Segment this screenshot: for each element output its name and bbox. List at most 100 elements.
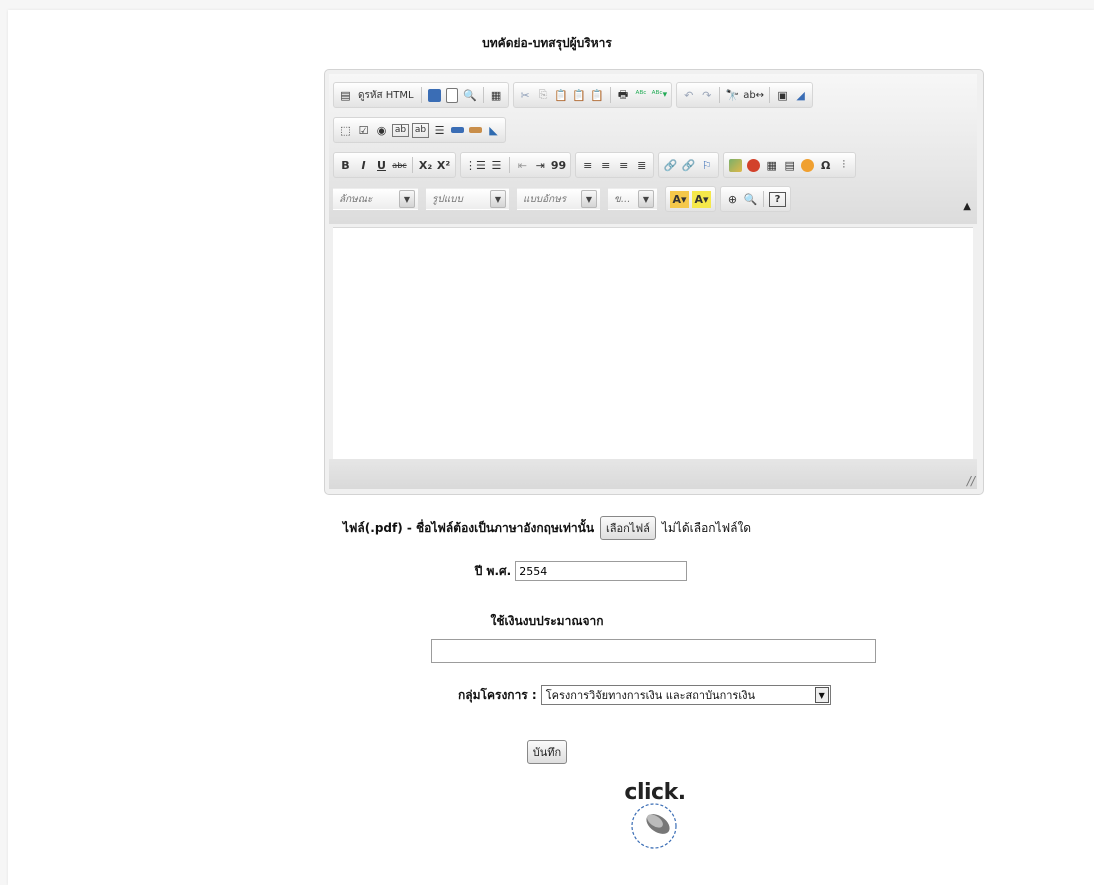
italic-button[interactable]: I — [356, 157, 371, 174]
new-page-icon[interactable] — [445, 87, 460, 104]
budget-input[interactable] — [431, 639, 876, 663]
show-blocks-icon[interactable]: 🔍 — [743, 191, 758, 208]
paste-word-icon[interactable]: 📋 — [590, 87, 605, 104]
align-justify-icon[interactable]: ≣ — [634, 157, 649, 174]
rich-text-editor: ▤ ดูรหัส HTML 🔍 ▦ ✂ ⎘ 📋 📋 📋 🖶 ᴬᴮᶜ ᴬᴮᶜ▾ ↶… — [324, 69, 984, 495]
numbered-list-icon[interactable]: ⋮☰ — [465, 157, 486, 174]
templates-icon[interactable]: ▦ — [489, 87, 504, 104]
undo-icon[interactable]: ↶ — [681, 87, 696, 104]
choose-file-button[interactable]: เลือกไฟล์ — [600, 516, 656, 540]
strikethrough-button[interactable]: abc — [392, 157, 407, 174]
replace-icon[interactable]: ab↔ — [743, 87, 764, 104]
style-combo[interactable]: ลักษณะ ▼ — [333, 188, 418, 210]
save-button[interactable]: บันทึก — [526, 740, 568, 764]
text-color-button[interactable]: A▾ — [670, 190, 689, 208]
view-source-button[interactable]: ดูรหัส HTML — [356, 87, 416, 104]
outdent-icon[interactable]: ⇤ — [515, 157, 530, 174]
remove-format-icon[interactable]: ◢ — [793, 87, 808, 104]
radio-icon[interactable]: ◉ — [374, 122, 389, 139]
table-icon[interactable]: ▦ — [764, 157, 779, 174]
align-left-icon[interactable]: ≡ — [580, 157, 595, 174]
project-group-selected: โครงการวิจัยทางการเงิน และสถาบันการเงิน — [545, 689, 755, 702]
help-button[interactable]: ? — [769, 191, 786, 207]
page-break-icon[interactable]: ⫶ — [836, 157, 851, 174]
chevron-down-icon: ▼ — [814, 687, 829, 703]
special-char-button[interactable]: Ω — [818, 157, 833, 174]
unlink-icon[interactable]: 🔗 — [681, 157, 696, 174]
project-group-label: กลุ่มโครงการ : — [458, 687, 537, 702]
collapse-toolbar-icon[interactable]: ▲ — [963, 201, 971, 212]
format-combo-label: รูปแบบ — [432, 193, 463, 205]
save-row: บันทึก — [0, 740, 1094, 764]
smiley-icon[interactable] — [800, 157, 815, 174]
format-combo[interactable]: รูปแบบ ▼ — [426, 188, 509, 210]
anchor-icon[interactable]: ⚐ — [699, 157, 714, 174]
spellcheck-icon[interactable]: ᴬᴮᶜ — [634, 87, 649, 104]
hidden-field-icon[interactable]: ◣ — [486, 122, 501, 139]
bold-button[interactable]: B — [338, 157, 353, 174]
editor-content-area[interactable] — [333, 227, 973, 460]
find-icon[interactable]: 🔭 — [725, 87, 740, 104]
project-group-select[interactable]: โครงการวิจัยทางการเงิน และสถาบันการเงิน … — [540, 685, 831, 705]
font-combo[interactable]: แบบอักษร ▼ — [517, 188, 600, 210]
image-button-icon[interactable] — [468, 122, 483, 139]
year-input[interactable] — [515, 561, 688, 581]
textfield-icon[interactable]: ab — [392, 123, 409, 137]
select-field-icon[interactable]: ☰ — [432, 122, 447, 139]
button-field-icon[interactable] — [450, 122, 465, 139]
editor-toolbar: ▤ ดูรหัส HTML 🔍 ▦ ✂ ⎘ 📋 📋 📋 🖶 ᴬᴮᶜ ᴬᴮᶜ▾ ↶… — [329, 74, 977, 224]
superscript-button[interactable]: X² — [436, 157, 451, 174]
source-icon: ▤ — [340, 88, 351, 102]
align-center-icon[interactable]: ≡ — [598, 157, 613, 174]
file-upload-row: ไฟล์(.pdf) - ชื่อไฟล์ต้องเป็นภาษาอังกฤษเ… — [0, 516, 1094, 540]
maximize-icon[interactable]: ⊕ — [725, 191, 740, 208]
horizontal-rule-icon[interactable]: ▤ — [782, 157, 797, 174]
bulleted-list-icon[interactable]: ☰ — [489, 157, 504, 174]
file-status-text: ไม่ได้เลือกไฟล์ใด — [661, 520, 752, 535]
spellcheck-as-you-type-icon[interactable]: ᴬᴮᶜ▾ — [652, 87, 668, 104]
chevron-down-icon: ▼ — [399, 190, 415, 208]
redo-icon[interactable]: ↷ — [699, 87, 714, 104]
preview-icon[interactable]: 🔍 — [463, 87, 478, 104]
form-icon[interactable]: ⬚ — [338, 122, 353, 139]
align-right-icon[interactable]: ≡ — [616, 157, 631, 174]
copy-icon[interactable]: ⎘ — [536, 87, 551, 104]
indent-icon[interactable]: ⇥ — [533, 157, 548, 174]
section-title: บทคัดย่อ-บทสรุปผู้บริหาร — [482, 36, 612, 50]
toolbar-row-3: B I U abc X₂ X² ⋮☰ ☰ ⇤ ⇥ 99 ≡ ≡ ≡ ≣ 🔗 🔗 … — [333, 152, 860, 178]
font-combo-label: แบบอักษร — [523, 193, 567, 205]
link-icon[interactable]: 🔗 — [663, 157, 678, 174]
chevron-down-icon: ▼ — [638, 190, 654, 208]
textarea-icon[interactable]: ab — [412, 122, 429, 138]
year-label: ปี พ.ศ. — [474, 563, 512, 578]
print-icon[interactable]: 🖶 — [616, 87, 631, 104]
select-all-icon[interactable]: ▣ — [775, 87, 790, 104]
subscript-button[interactable]: X₂ — [418, 157, 433, 174]
budget-label: ใช้เงินงบประมาณจาก — [490, 614, 604, 628]
underline-button[interactable]: U — [374, 157, 389, 174]
paste-icon[interactable]: 📋 — [554, 87, 569, 104]
save-icon[interactable] — [427, 87, 442, 104]
click-logo[interactable]: click. — [620, 780, 690, 850]
chevron-down-icon: ▼ — [490, 190, 506, 208]
paste-text-icon[interactable]: 📋 — [572, 87, 587, 104]
cut-icon[interactable]: ✂ — [518, 87, 533, 104]
chevron-down-icon: ▼ — [581, 190, 597, 208]
toolbar-row-1: ▤ ดูรหัส HTML 🔍 ▦ ✂ ⎘ 📋 📋 📋 🖶 ᴬᴮᶜ ᴬᴮᶜ▾ ↶… — [333, 82, 817, 108]
style-combo-label: ลักษณะ — [339, 193, 373, 205]
background-color-button[interactable]: A▾ — [692, 190, 711, 208]
image-icon[interactable] — [728, 157, 743, 174]
size-combo[interactable]: ข... ▼ — [608, 188, 657, 210]
resize-grip-icon[interactable]: // — [967, 474, 975, 488]
file-upload-label: ไฟล์(.pdf) - ชื่อไฟล์ต้องเป็นภาษาอังกฤษเ… — [342, 520, 595, 535]
year-row: ปี พ.ศ. — [0, 561, 1094, 581]
flash-icon[interactable] — [746, 157, 761, 174]
checkbox-icon[interactable]: ☑ — [356, 122, 371, 139]
blockquote-button[interactable]: 99 — [551, 157, 566, 174]
editor-footer — [329, 459, 977, 489]
mouse-icon — [631, 803, 677, 849]
size-combo-label: ข... — [614, 193, 631, 205]
project-group-row: กลุ่มโครงการ : โครงการวิจัยทางการเงิน แล… — [458, 685, 831, 705]
toolbar-row-2: ⬚ ☑ ◉ ab ab ☰ ◣ — [333, 117, 510, 143]
toolbar-row-4: ลักษณะ ▼ รูปแบบ ▼ แบบอักษร ▼ ข... ▼ A▾ A… — [333, 186, 795, 212]
